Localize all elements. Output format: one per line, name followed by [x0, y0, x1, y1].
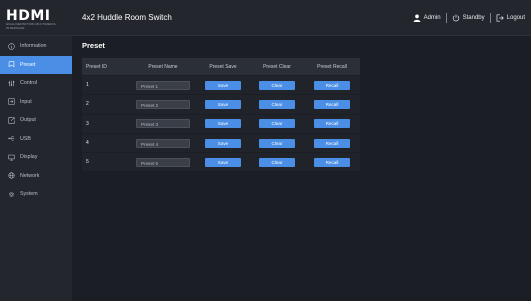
recall-button[interactable]: Recall [314, 138, 350, 148]
recall-button[interactable]: Recall [314, 119, 350, 129]
preset-name-field[interactable]: Preset 4 [136, 138, 190, 148]
preset-id: 4 [86, 140, 89, 147]
sidebar-item-label: Input [20, 98, 32, 105]
column-header-preset-recall: Preset Recall [317, 63, 347, 70]
monitor-icon [8, 154, 15, 161]
sidebar: Information Preset Control Input Output … [0, 36, 72, 301]
logout-icon [496, 14, 504, 22]
divider [445, 13, 447, 23]
save-button[interactable]: Save [205, 119, 241, 129]
preset-table: Preset ID Preset Name Preset Save Preset… [82, 58, 360, 172]
table-row: 1 Preset 1 Save Clear Recall [82, 75, 360, 95]
sidebar-item-preset[interactable]: Preset [0, 55, 72, 74]
table-row: 2 Preset 2 Save Clear Recall [82, 94, 360, 115]
sidebar-item-label: Control [20, 80, 38, 87]
output-icon [8, 117, 15, 124]
power-icon [452, 14, 459, 22]
main-content: Preset Preset ID Preset Name Preset Save… [72, 36, 531, 301]
table-row: 4 Preset 4 Save Clear Recall [82, 133, 360, 153]
clear-button[interactable]: Clear [259, 119, 295, 129]
standby-button[interactable]: Standby [452, 14, 485, 22]
app-title: 4x2 Huddle Room Switch [82, 13, 172, 22]
table-header-row: Preset ID Preset Name Preset Save Preset… [82, 58, 360, 76]
hdmi-logo: HDMI HIGH-DEFINITION MULTIMEDIA INTERFAC… [6, 8, 66, 30]
table-row: 3 Preset 3 Save Clear Recall [82, 114, 360, 134]
preset-name-field[interactable]: Preset 3 [136, 119, 190, 129]
table-row: 5 Preset 5 Save Clear Recall [82, 152, 360, 172]
save-button[interactable]: Save [205, 157, 241, 167]
save-button[interactable]: Save [205, 99, 241, 109]
user-menu[interactable]: Admin [413, 14, 441, 22]
preset-id: 2 [86, 101, 89, 108]
sidebar-item-input[interactable]: Input [0, 93, 72, 112]
divider [489, 13, 491, 23]
globe-icon [8, 172, 15, 179]
recall-button[interactable]: Recall [314, 80, 350, 90]
sidebar-item-label: USB [20, 135, 31, 142]
sidebar-item-control[interactable]: Control [0, 74, 72, 93]
input-icon [8, 98, 15, 105]
logo-tagline: HIGH-DEFINITION MULTIMEDIA INTERFACE [6, 22, 56, 30]
preset-name-field[interactable]: Preset 2 [136, 99, 190, 109]
preset-id: 3 [86, 120, 89, 127]
column-header-preset-clear: Preset Clear [263, 63, 291, 70]
header-actions: Admin Standby Logout [413, 13, 525, 23]
column-header-preset-save: Preset Save [209, 63, 237, 70]
gear-icon [9, 191, 14, 197]
sidebar-item-information[interactable]: Information [0, 37, 72, 56]
preset-name-field[interactable]: Preset 1 [136, 80, 190, 90]
sidebar-item-network[interactable]: Network [0, 167, 72, 186]
standby-label: Standby [462, 15, 485, 21]
sidebar-item-label: Output [20, 117, 36, 124]
user-icon [413, 14, 420, 22]
top-bar: HDMI HIGH-DEFINITION MULTIMEDIA INTERFAC… [0, 0, 531, 36]
sidebar-item-label: Preset [20, 61, 36, 68]
column-header-preset-name: Preset Name [148, 63, 178, 70]
sliders-icon [8, 80, 15, 87]
recall-button[interactable]: Recall [314, 157, 350, 167]
save-button[interactable]: Save [205, 80, 241, 90]
clear-button[interactable]: Clear [259, 80, 295, 90]
column-header-preset-id: Preset ID [86, 63, 107, 70]
info-icon [8, 43, 15, 50]
bookmark-icon [8, 61, 15, 68]
recall-button[interactable]: Recall [314, 99, 350, 109]
sidebar-item-output[interactable]: Output [0, 111, 72, 130]
sidebar-item-display[interactable]: Display [0, 148, 72, 167]
page-title: Preset [82, 41, 105, 50]
save-button[interactable]: Save [205, 138, 241, 148]
clear-button[interactable]: Clear [259, 138, 295, 148]
sidebar-item-label: Display [20, 154, 38, 161]
preset-id: 1 [86, 82, 89, 89]
logout-button[interactable]: Logout [496, 14, 525, 22]
sidebar-item-label: Information [20, 43, 47, 50]
sidebar-item-usb[interactable]: USB [0, 130, 72, 149]
preset-name-field[interactable]: Preset 5 [136, 157, 190, 167]
clear-button[interactable]: Clear [259, 99, 295, 109]
user-label: Admin [423, 15, 441, 21]
sidebar-item-system[interactable]: System [0, 185, 72, 204]
clear-button[interactable]: Clear [259, 157, 295, 167]
sidebar-item-label: Network [20, 172, 40, 179]
logo-text: HDMI [6, 8, 51, 24]
preset-id: 5 [86, 159, 89, 166]
logout-label: Logout [506, 15, 525, 21]
sidebar-item-label: System [20, 191, 38, 198]
usb-icon [8, 136, 15, 141]
